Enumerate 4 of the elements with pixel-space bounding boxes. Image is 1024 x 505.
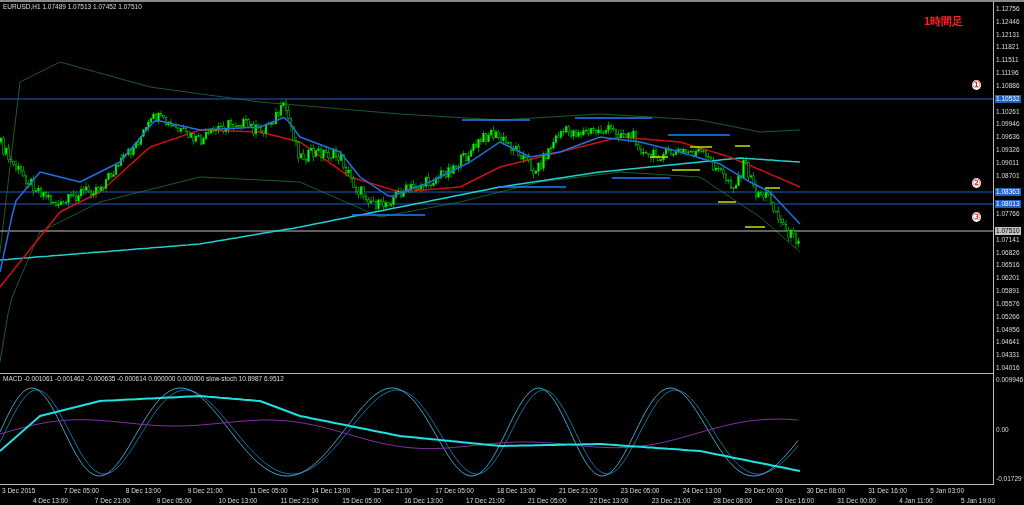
circled-number: ②: [972, 178, 981, 188]
timeframe-label: 1時間足: [923, 14, 963, 29]
circled-number: ③: [972, 212, 981, 222]
circled-number: ①: [972, 80, 981, 90]
